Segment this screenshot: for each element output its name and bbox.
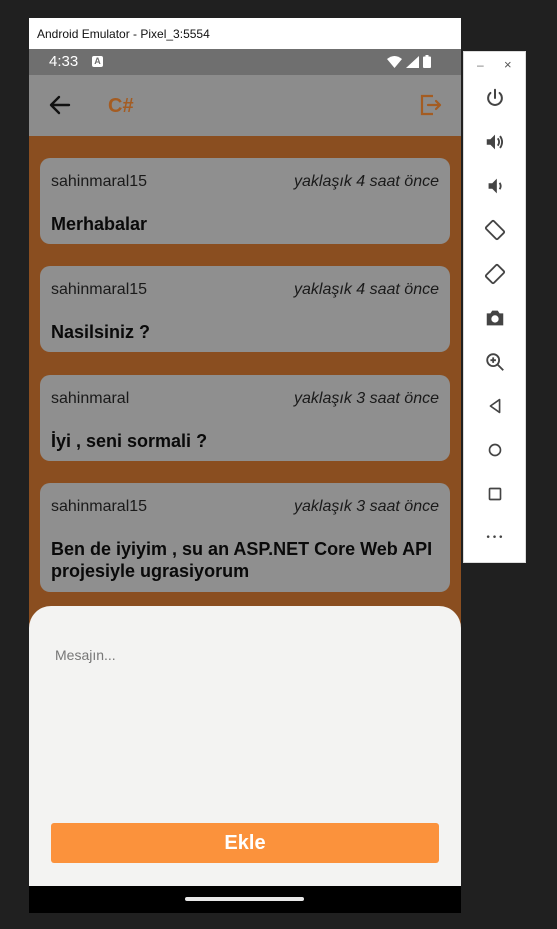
navigation-bar: [29, 886, 461, 913]
screenshot-button[interactable]: [482, 305, 508, 331]
page-title: C#: [108, 95, 134, 117]
overview-nav-button[interactable]: [482, 481, 508, 507]
message-timestamp: yaklaşık 4 saat önce: [294, 281, 439, 298]
message-username: sahinmaral15: [51, 173, 148, 190]
message-card[interactable]: sahinmaral15 yaklaşık 3 saat önce Ben de…: [40, 483, 450, 592]
status-bar: 4:33 A: [29, 49, 461, 75]
app-bar: C#: [29, 75, 461, 136]
message-username: sahinmaral15: [51, 281, 148, 298]
square-overview-icon: [488, 487, 502, 501]
emulator-side-toolbar: – × •••: [463, 51, 526, 563]
rotate-right-icon: [484, 263, 506, 285]
notification-icon: A: [92, 56, 103, 67]
message-username: sahinmaral: [51, 390, 130, 407]
power-icon: [487, 88, 503, 106]
more-dots-icon: •••: [485, 533, 505, 543]
circle-home-icon: [488, 443, 502, 457]
volume-up-icon: [486, 134, 504, 150]
close-button[interactable]: ×: [504, 57, 512, 72]
message-text: Ben de iyiyim , su an ASP.NET Core Web A…: [51, 539, 433, 581]
emulator-window: Android Emulator - Pixel_3:5554 4:33 A C…: [29, 18, 461, 913]
emulator-title: Android Emulator - Pixel_3:5554: [37, 27, 210, 41]
message-card[interactable]: sahinmaral yaklaşık 3 saat önce İyi , se…: [40, 375, 450, 461]
back-nav-button[interactable]: [482, 393, 508, 419]
volume-down-button[interactable]: [482, 173, 508, 199]
camera-icon: [486, 310, 504, 326]
signal-icon: [406, 55, 419, 68]
home-nav-button[interactable]: [482, 437, 508, 463]
emulator-titlebar[interactable]: Android Emulator - Pixel_3:5554: [29, 18, 461, 49]
message-text: İyi , seni sormali ?: [51, 431, 208, 451]
message-card[interactable]: sahinmaral15 yaklaşık 4 saat önce Merhab…: [40, 158, 450, 244]
battery-icon: [423, 55, 431, 68]
message-text: Merhabalar: [51, 214, 148, 234]
zoom-in-icon: [486, 353, 504, 371]
minimize-button[interactable]: –: [477, 58, 484, 72]
message-timestamp: yaklaşık 4 saat önce: [294, 173, 439, 190]
message-input[interactable]: [47, 641, 443, 669]
volume-up-button[interactable]: [482, 129, 508, 155]
message-card[interactable]: sahinmaral15 yaklaşık 4 saat önce Nasils…: [40, 266, 450, 352]
arrow-left-icon: [49, 95, 71, 115]
home-gesture-handle[interactable]: [185, 897, 304, 901]
back-button[interactable]: [47, 92, 73, 118]
volume-down-icon: [488, 178, 502, 194]
toolbar-window-controls: – ×: [464, 56, 527, 74]
status-time: 4:33: [49, 53, 79, 70]
message-text: Nasilsiniz ?: [51, 322, 151, 342]
logout-button[interactable]: [418, 92, 444, 118]
zoom-button[interactable]: [482, 349, 508, 375]
message-timestamp: yaklaşık 3 saat önce: [294, 498, 439, 515]
wifi-icon: [387, 55, 402, 68]
rotate-left-button[interactable]: [482, 217, 508, 243]
power-button[interactable]: [482, 85, 508, 111]
triangle-back-icon: [489, 398, 501, 414]
more-button[interactable]: •••: [482, 525, 508, 551]
message-username: sahinmaral15: [51, 498, 148, 515]
device-screen: 4:33 A C# sahinmaral15 yaklaşık 4 saat ö…: [29, 49, 461, 913]
compose-sheet: Ekle: [29, 606, 461, 886]
logout-icon: [420, 94, 442, 116]
rotate-left-icon: [484, 219, 506, 241]
status-icons: [387, 55, 431, 68]
rotate-right-button[interactable]: [482, 261, 508, 287]
message-timestamp: yaklaşık 3 saat önce: [294, 390, 439, 407]
add-message-button[interactable]: Ekle: [51, 823, 439, 863]
